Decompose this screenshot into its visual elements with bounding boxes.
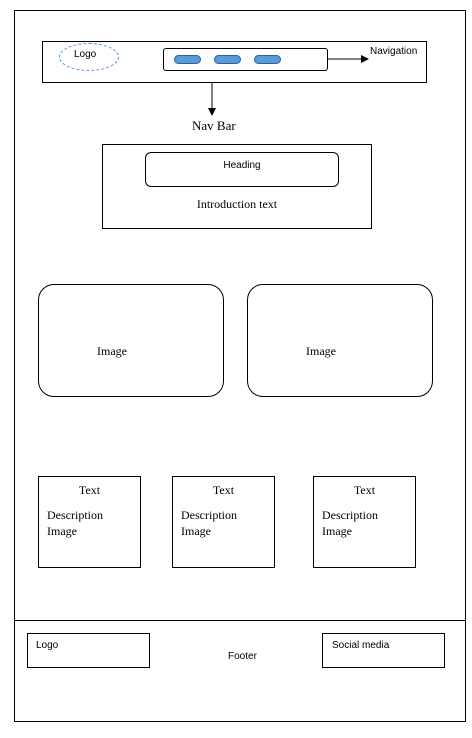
footer-social-media-box: Social media xyxy=(322,633,445,668)
heading-box: Heading xyxy=(145,152,339,187)
card-image-line: Image xyxy=(47,524,77,538)
card-description: Description Image xyxy=(181,507,237,539)
image-box-2: Image xyxy=(247,284,433,397)
image-box-1: Image xyxy=(38,284,224,397)
footer-label: Footer xyxy=(228,651,257,662)
card-description-line: Description xyxy=(47,508,103,522)
card-title: Text xyxy=(78,483,101,497)
image-label: Image xyxy=(97,344,127,358)
card-1: Text Description Image xyxy=(38,476,141,568)
card-description: Description Image xyxy=(47,507,103,539)
card-image-line: Image xyxy=(181,524,211,538)
image-label: Image xyxy=(306,344,336,358)
card-3: Text Description Image xyxy=(313,476,416,568)
card-2: Text Description Image xyxy=(172,476,275,568)
footer-logo-box: Logo xyxy=(27,633,150,668)
card-description-line: Description xyxy=(322,508,378,522)
card-description: Description Image xyxy=(322,507,378,539)
card-title: Text xyxy=(353,483,376,497)
card-image-line: Image xyxy=(322,524,352,538)
introduction-text: Introduction text xyxy=(196,197,278,211)
card-title: Text xyxy=(212,483,235,497)
card-description-line: Description xyxy=(181,508,237,522)
footer-divider xyxy=(14,620,466,621)
